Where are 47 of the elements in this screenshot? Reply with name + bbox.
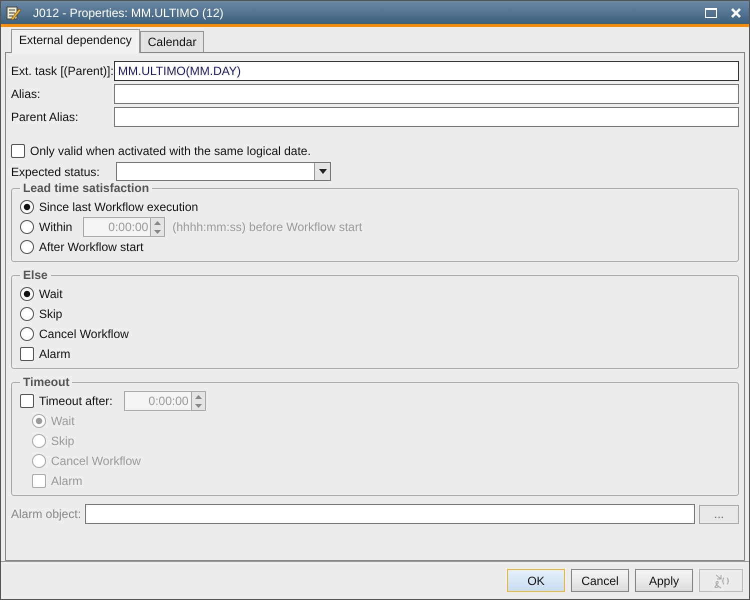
dialog-button[interactable]: Cancel (571, 569, 629, 592)
checkbox-label: Timeout after: (39, 394, 113, 408)
radio-button[interactable] (20, 220, 34, 234)
radio-button[interactable] (20, 307, 34, 321)
field-label: Alarm object: (11, 507, 82, 521)
radio-button[interactable] (20, 327, 34, 341)
dropdown-arrow-icon (318, 169, 326, 174)
field-label: Alias: (11, 87, 42, 101)
radio-button[interactable] (20, 287, 34, 301)
radio-label: Within (39, 220, 72, 234)
pencil-note-icon (5, 4, 21, 20)
radio-label: After Workflow start (39, 240, 144, 254)
radio-label: Skip (51, 434, 74, 448)
status-dropdown[interactable] (116, 162, 331, 181)
checkbox-label: Alarm (51, 474, 82, 488)
dialog-button[interactable]: Apply (635, 569, 693, 592)
field-label: Parent Alias: (11, 110, 80, 124)
ampersand-braces-icon (712, 572, 730, 590)
maximize-icon[interactable] (705, 8, 717, 18)
tab[interactable]: External dependency (11, 29, 140, 53)
hint-text: (hhhh:mm:ss) before Workflow start (172, 220, 362, 234)
field-label: Ext. task [(Parent)]: (11, 64, 114, 78)
checkbox-label: Only valid when activated with the same logical date. (30, 144, 311, 158)
checkbox[interactable] (11, 144, 25, 158)
tab[interactable]: Calendar (140, 31, 204, 52)
radio-label: Wait (51, 414, 75, 428)
radio-label: Since last Workflow execution (39, 200, 198, 214)
text-field[interactable] (114, 107, 739, 127)
group-title: Else (22, 268, 49, 282)
group-title: Timeout (22, 375, 70, 389)
radio-label: Cancel Workflow (51, 454, 141, 468)
text-field[interactable]: MM.ULTIMO(MM.DAY) (114, 61, 739, 81)
radio-label: Cancel Workflow (39, 327, 129, 341)
group-title: Lead time satisfaction (22, 181, 150, 195)
text-field[interactable] (114, 84, 739, 104)
text-field[interactable] (85, 504, 695, 524)
radio-label: Wait (39, 287, 63, 301)
radio-button[interactable] (20, 240, 34, 254)
radio-button[interactable] (20, 200, 34, 214)
close-icon[interactable] (731, 8, 741, 18)
checkbox[interactable] (20, 394, 34, 408)
radio-label: Skip (39, 307, 62, 321)
checkbox-label: Alarm (39, 347, 70, 361)
window-title: J012 - Properties: MM.ULTIMO (12) (33, 6, 224, 20)
dialog-button[interactable]: OK (507, 569, 565, 592)
field-label: Expected status: (11, 164, 101, 178)
checkbox[interactable] (20, 347, 34, 361)
